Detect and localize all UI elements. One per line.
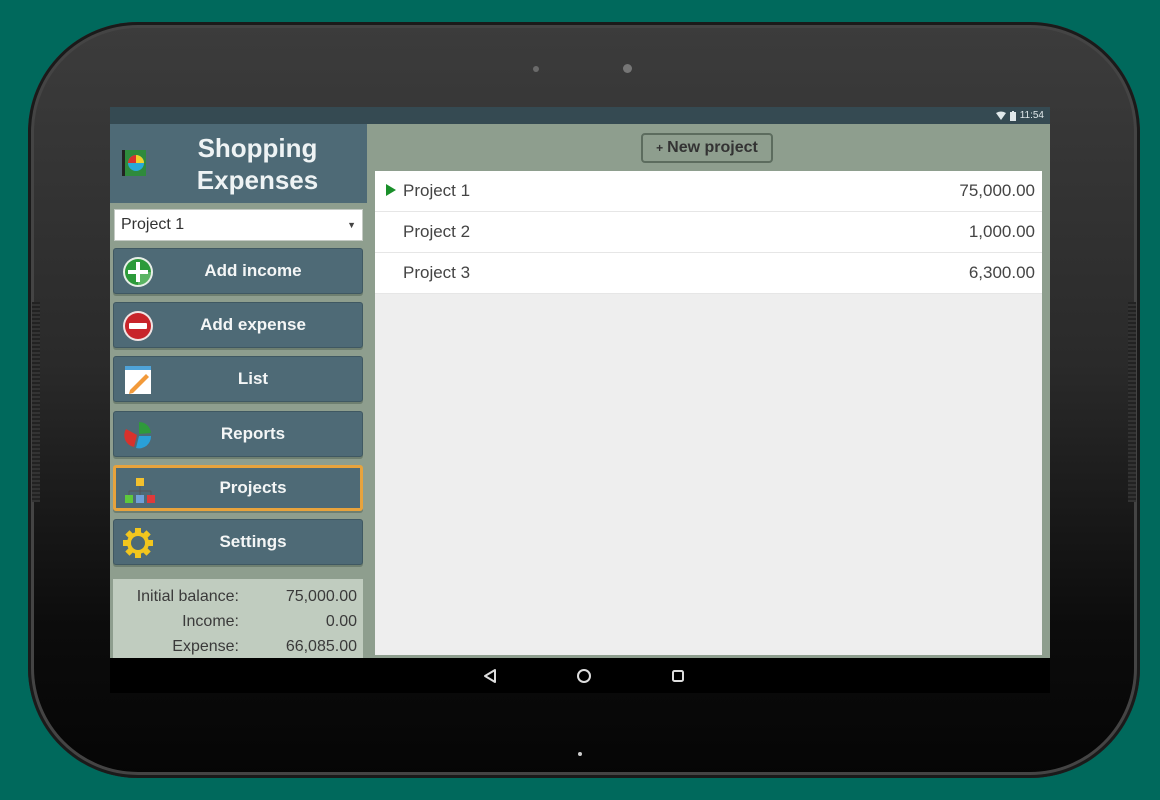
initial-balance-label: Initial balance: <box>136 587 239 605</box>
notepad-pencil-icon <box>125 366 151 394</box>
expense-value: 66,085.00 <box>285 637 357 655</box>
reports-label: Reports <box>220 424 286 443</box>
home-icon[interactable] <box>574 666 594 686</box>
camera-lens <box>623 64 632 73</box>
minus-circle-red-icon <box>123 311 153 341</box>
initial-balance-row: Initial balance: 75,000.00 <box>113 584 363 609</box>
project-amount: 1,000.00 <box>968 222 1035 241</box>
add-expense-label: Add expense <box>200 315 306 334</box>
expense-label: Expense: <box>172 637 239 655</box>
project-row[interactable]: Project 2 1,000.00 <box>375 212 1042 253</box>
camera-sensor <box>533 66 539 72</box>
battery-icon <box>1009 110 1016 121</box>
sidebar: Shopping Expenses Project 1 ▼ Add income <box>110 124 367 658</box>
list-label: List <box>237 369 269 388</box>
list-button[interactable]: List <box>113 356 363 402</box>
add-income-button[interactable]: Add income <box>113 248 363 294</box>
wifi-icon <box>995 111 1006 120</box>
back-icon[interactable] <box>480 666 500 686</box>
income-value: 0.00 <box>325 612 357 630</box>
app-title-line1: Shopping <box>197 133 318 163</box>
project-amount: 6,300.00 <box>968 263 1035 282</box>
recents-icon[interactable] <box>668 666 688 686</box>
settings-label: Settings <box>219 532 287 551</box>
income-label: Income: <box>182 612 239 630</box>
income-row: Income: 0.00 <box>113 609 363 634</box>
balance-summary: Initial balance: 75,000.00 Income: 0.00 … <box>113 579 363 658</box>
settings-button[interactable]: Settings <box>113 519 363 565</box>
project-name: Project 2 <box>403 222 471 241</box>
project-row[interactable]: Project 1 75,000.00 <box>375 171 1042 212</box>
project-dropdown-value: Project 1 <box>121 216 185 233</box>
dropdown-caret-icon: ▼ <box>347 220 356 230</box>
project-row[interactable]: Project 3 6,300.00 <box>375 253 1042 294</box>
project-name: Project 3 <box>403 263 471 282</box>
initial-balance-value: 75,000.00 <box>285 587 357 605</box>
status-bar: 11:54 <box>110 107 1050 124</box>
new-project-button[interactable]: + New project <box>641 133 773 163</box>
reports-button[interactable]: Reports <box>113 411 363 457</box>
system-navigation-bar <box>110 658 1050 693</box>
add-income-label: Add income <box>204 261 302 280</box>
speaker-grille-left <box>32 302 40 502</box>
expense-row: Expense: 66,085.00 <box>113 634 363 659</box>
projects-label: Projects <box>219 478 287 497</box>
projects-panel: + New project Project 1 75,000.00 Projec… <box>367 124 1050 658</box>
gear-icon <box>123 528 153 558</box>
clock: 11:54 <box>1019 110 1044 121</box>
new-project-label: New project <box>667 139 758 156</box>
speaker-grille-right <box>1128 302 1136 502</box>
project-amount: 75,000.00 <box>959 181 1035 200</box>
hierarchy-icon <box>125 478 155 503</box>
indicator-dot <box>578 752 582 756</box>
project-name: Project 1 <box>403 181 471 200</box>
project-dropdown[interactable]: Project 1 ▼ <box>114 209 363 241</box>
device-screen: 11:54 Shopping Expenses Project 1 ▼ Add … <box>110 107 1050 693</box>
pie-chart-book-icon <box>122 150 146 176</box>
plus-circle-green-icon <box>123 257 153 287</box>
app-title: Shopping Expenses <box>170 132 345 196</box>
project-list: Project 1 75,000.00 Project 2 1,000.00 P… <box>375 171 1042 655</box>
selected-arrow-icon <box>386 184 396 196</box>
add-expense-button[interactable]: Add expense <box>113 302 363 348</box>
projects-toolbar: + New project <box>367 124 1050 171</box>
app-header: Shopping Expenses <box>110 124 367 203</box>
pie-chart-icon <box>124 421 152 449</box>
projects-button[interactable]: Projects <box>113 465 363 511</box>
plus-icon: + <box>656 141 664 155</box>
app-title-line2: Expenses <box>196 165 319 195</box>
app-window: Shopping Expenses Project 1 ▼ Add income <box>110 124 1050 658</box>
